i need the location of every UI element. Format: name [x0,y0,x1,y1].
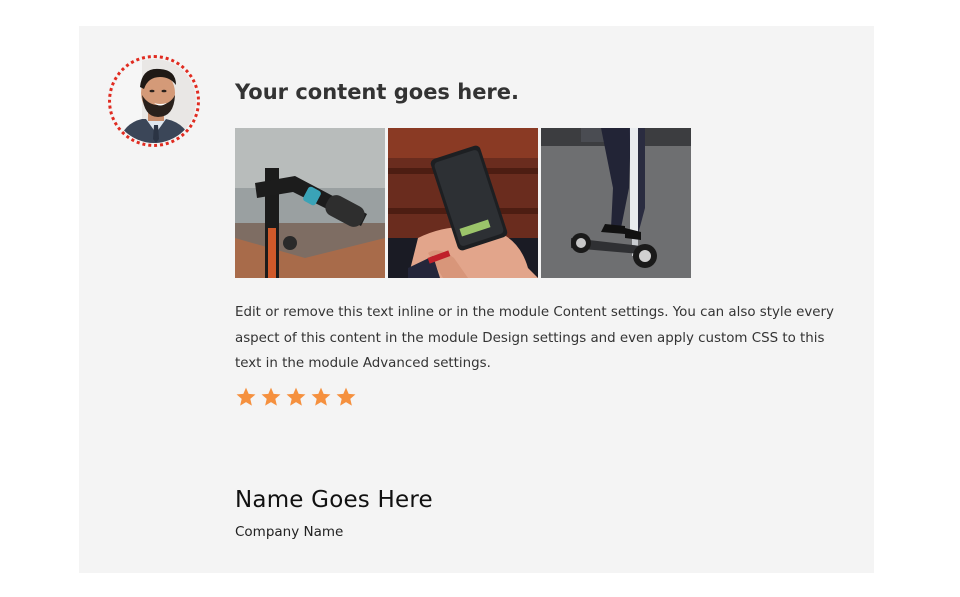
scooter-handlebar-photo[interactable] [235,128,385,278]
image-gallery [235,128,691,278]
star-icon [336,387,356,406]
star-icon [311,387,331,406]
hand-holding-phone-photo[interactable] [388,128,538,278]
testimonial-title: Your content goes here. [235,80,520,104]
testimonial-card: Your content goes here. Edit or remove t… [79,26,874,573]
avatar-ring [108,55,200,147]
star-icon [261,387,281,406]
star-icon [236,387,256,406]
author-name: Name Goes Here [235,487,433,513]
testimonial-body-text: Edit or remove this text inline or in th… [235,305,834,371]
person-standing-on-scooter-photo[interactable] [541,128,691,278]
star-rating [235,386,357,408]
avatar [112,59,196,143]
star-icon [286,387,306,406]
company-name: Company Name [235,524,344,540]
